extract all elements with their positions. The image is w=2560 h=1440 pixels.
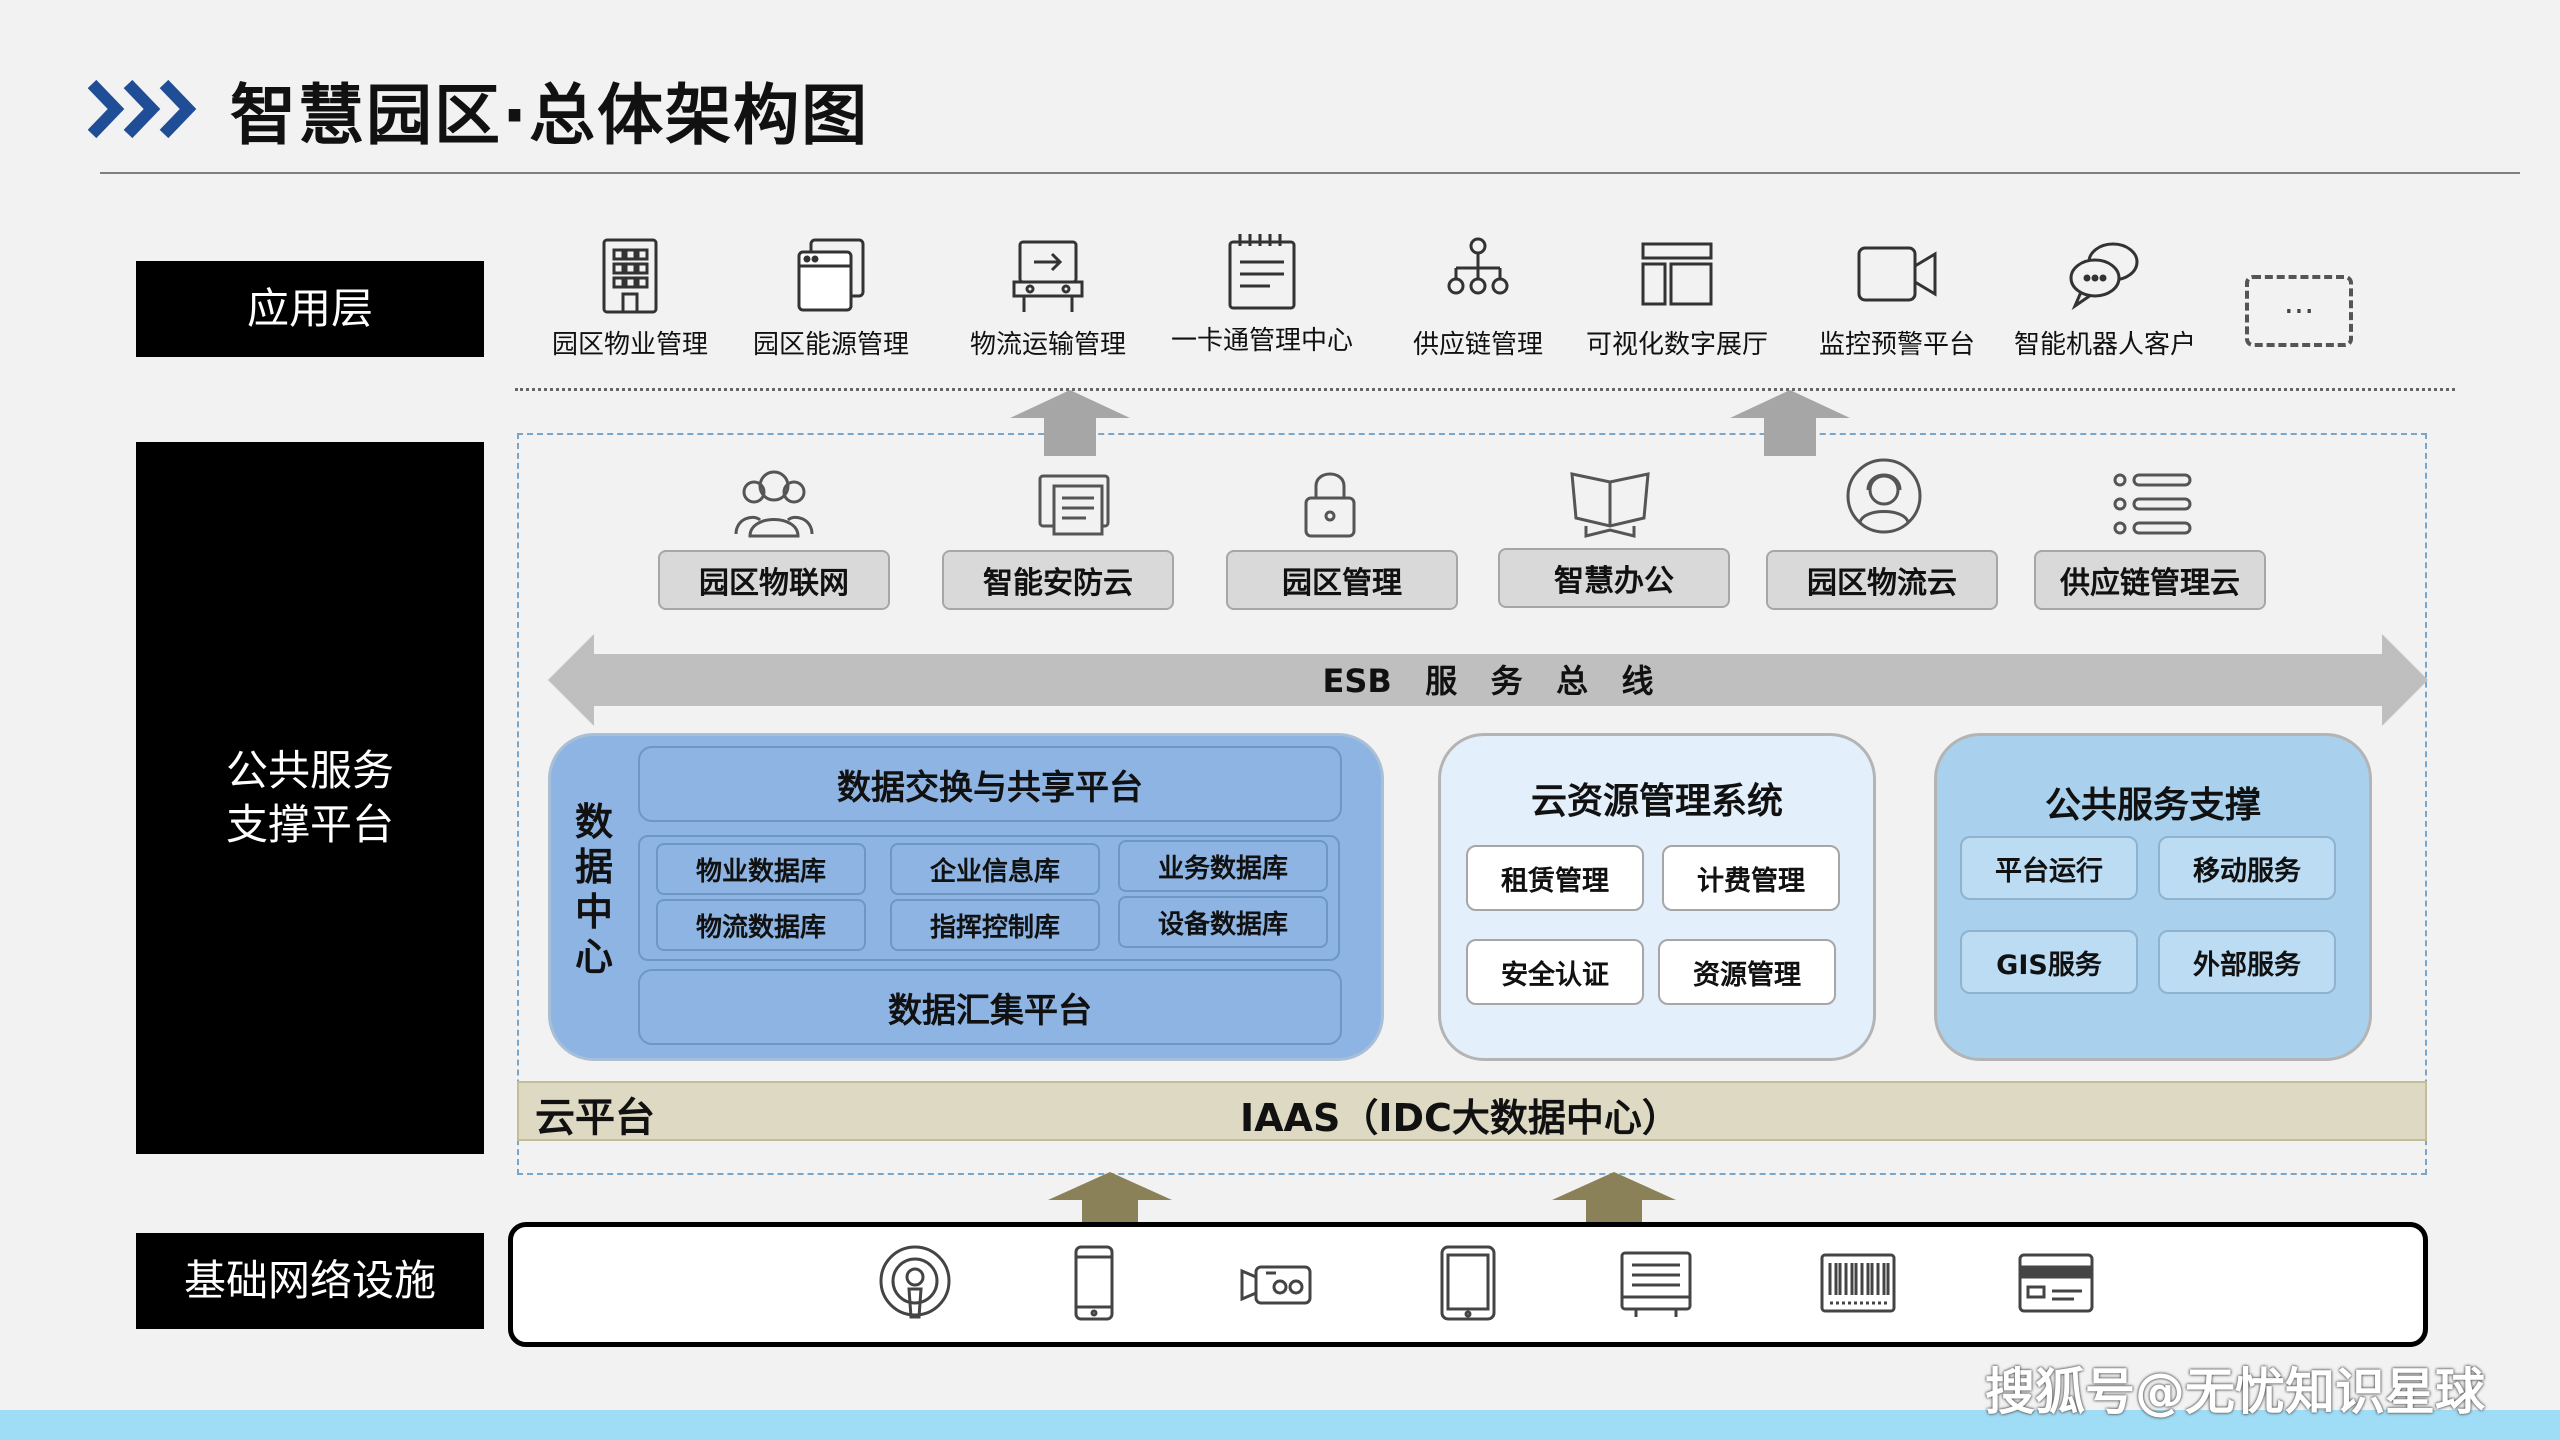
list-icon bbox=[2113, 473, 2192, 535]
support-platform-ops[interactable]: 平台运行 bbox=[1960, 836, 2138, 900]
mgmt-leasing[interactable]: 租赁管理 bbox=[1466, 845, 1644, 911]
cloud-platform-label: 云平台 bbox=[535, 1095, 655, 1141]
app-label: 园区能源管理 bbox=[752, 330, 909, 360]
app-item-logistics[interactable]: 物流运输管理 bbox=[943, 232, 1153, 361]
app-label: 园区物业管理 bbox=[551, 330, 708, 360]
service-iot[interactable]: 园区物联网 bbox=[658, 550, 890, 610]
org-chart-icon bbox=[1447, 237, 1509, 295]
layer-label-infrastructure: 基础网络设施 bbox=[136, 1233, 484, 1329]
smartphone-icon bbox=[1074, 1245, 1114, 1321]
db-business[interactable]: 业务数据库 bbox=[1118, 840, 1328, 892]
app-label: 智能机器人客户 bbox=[2013, 330, 2196, 360]
data-center-label: 数据中心 bbox=[574, 800, 613, 979]
cloud-resource-title: 云资源管理系统 bbox=[1530, 781, 1783, 822]
app-label: 一卡通管理中心 bbox=[1170, 326, 1353, 356]
title-divider bbox=[100, 172, 2520, 174]
app-item-energy[interactable]: 园区能源管理 bbox=[726, 232, 936, 361]
iaas-label: IAAS（IDC大数据中心） bbox=[1240, 1096, 1680, 1140]
db-equipment[interactable]: 设备数据库 bbox=[1118, 896, 1328, 948]
layer-label-application: 应用层 bbox=[136, 261, 484, 357]
page-title: 智慧园区·总体架构图 bbox=[230, 77, 870, 154]
app-item-card-center[interactable]: 一卡通管理中心 bbox=[1157, 228, 1367, 357]
title-chevrons-icon bbox=[88, 79, 197, 139]
support-mobile[interactable]: 移动服务 bbox=[2158, 836, 2336, 900]
service-smart-office[interactable]: 智慧办公 bbox=[1498, 548, 1730, 608]
layer-label-public: 公共服务 支撑平台 bbox=[136, 442, 484, 1154]
support-gis[interactable]: GIS服务 bbox=[1960, 930, 2138, 994]
tablet-icon bbox=[1440, 1245, 1496, 1321]
layout-icon bbox=[1641, 242, 1713, 306]
app-item-monitoring[interactable]: 监控预警平台 bbox=[1792, 232, 2002, 361]
service-logistics-cloud[interactable]: 园区物流云 bbox=[1766, 550, 1998, 610]
cctv-camera-icon bbox=[1240, 1265, 1312, 1305]
service-park-management[interactable]: 园区管理 bbox=[1226, 550, 1458, 610]
support-external[interactable]: 外部服务 bbox=[2158, 930, 2336, 994]
chat-bubbles-icon bbox=[2069, 242, 2139, 311]
mgmt-security-auth[interactable]: 安全认证 bbox=[1466, 939, 1644, 1005]
card-reader-icon bbox=[2018, 1253, 2094, 1313]
up-arrow-gray-left bbox=[1010, 390, 1130, 456]
app-label: 监控预警平台 bbox=[1818, 330, 1975, 360]
app-item-supply-chain[interactable]: 供应链管理 bbox=[1373, 232, 1583, 361]
window-stack-icon bbox=[797, 238, 865, 312]
app-label: 物流运输管理 bbox=[969, 330, 1126, 360]
app-label: 可视化数字展厅 bbox=[1585, 330, 1768, 360]
db-enterprise[interactable]: 企业信息库 bbox=[890, 843, 1100, 895]
video-camera-icon bbox=[1857, 246, 1937, 302]
up-arrow-gray-right bbox=[1730, 390, 1850, 456]
esb-label: ESB 服 务 总 线 bbox=[1322, 662, 1654, 700]
podcast-icon bbox=[879, 1245, 951, 1319]
service-security-cloud[interactable]: 智能安防云 bbox=[942, 550, 1174, 610]
service-supply-chain-cloud[interactable]: 供应链管理云 bbox=[2034, 550, 2266, 610]
public-support-title: 公共服务支撑 bbox=[2044, 785, 2261, 826]
data-exchange-platform[interactable]: 数据交换与共享平台 bbox=[638, 746, 1342, 822]
truck-sign-icon bbox=[1012, 240, 1084, 312]
monitor-doc-icon bbox=[1038, 474, 1110, 536]
mgmt-resource[interactable]: 资源管理 bbox=[1658, 939, 1836, 1005]
data-collection-platform[interactable]: 数据汇集平台 bbox=[638, 969, 1342, 1045]
app-more-placeholder[interactable]: ··· bbox=[2245, 275, 2353, 347]
app-item-property[interactable]: 园区物业管理 bbox=[525, 232, 735, 361]
app-label: 供应链管理 bbox=[1412, 330, 1543, 360]
application-layer-divider bbox=[515, 388, 2455, 391]
printer-terminal-icon bbox=[1620, 1251, 1692, 1317]
app-item-robot-service[interactable]: 智能机器人客户 bbox=[2000, 232, 2210, 361]
building-icon bbox=[602, 238, 658, 314]
lock-icon bbox=[1304, 472, 1356, 538]
watermark: 搜狐号@无忧知识星球 bbox=[1985, 1363, 2485, 1421]
barcode-icon bbox=[1820, 1253, 1896, 1313]
db-logistics[interactable]: 物流数据库 bbox=[656, 899, 866, 951]
headset-user-icon bbox=[1846, 458, 1922, 534]
mgmt-billing[interactable]: 计费管理 bbox=[1662, 845, 1840, 911]
users-icon bbox=[734, 470, 814, 538]
db-property[interactable]: 物业数据库 bbox=[656, 843, 866, 895]
notepad-icon bbox=[1228, 234, 1296, 310]
app-item-exhibition[interactable]: 可视化数字展厅 bbox=[1572, 232, 1782, 361]
db-command-control[interactable]: 指挥控制库 bbox=[890, 899, 1100, 951]
book-icon bbox=[1570, 472, 1650, 538]
